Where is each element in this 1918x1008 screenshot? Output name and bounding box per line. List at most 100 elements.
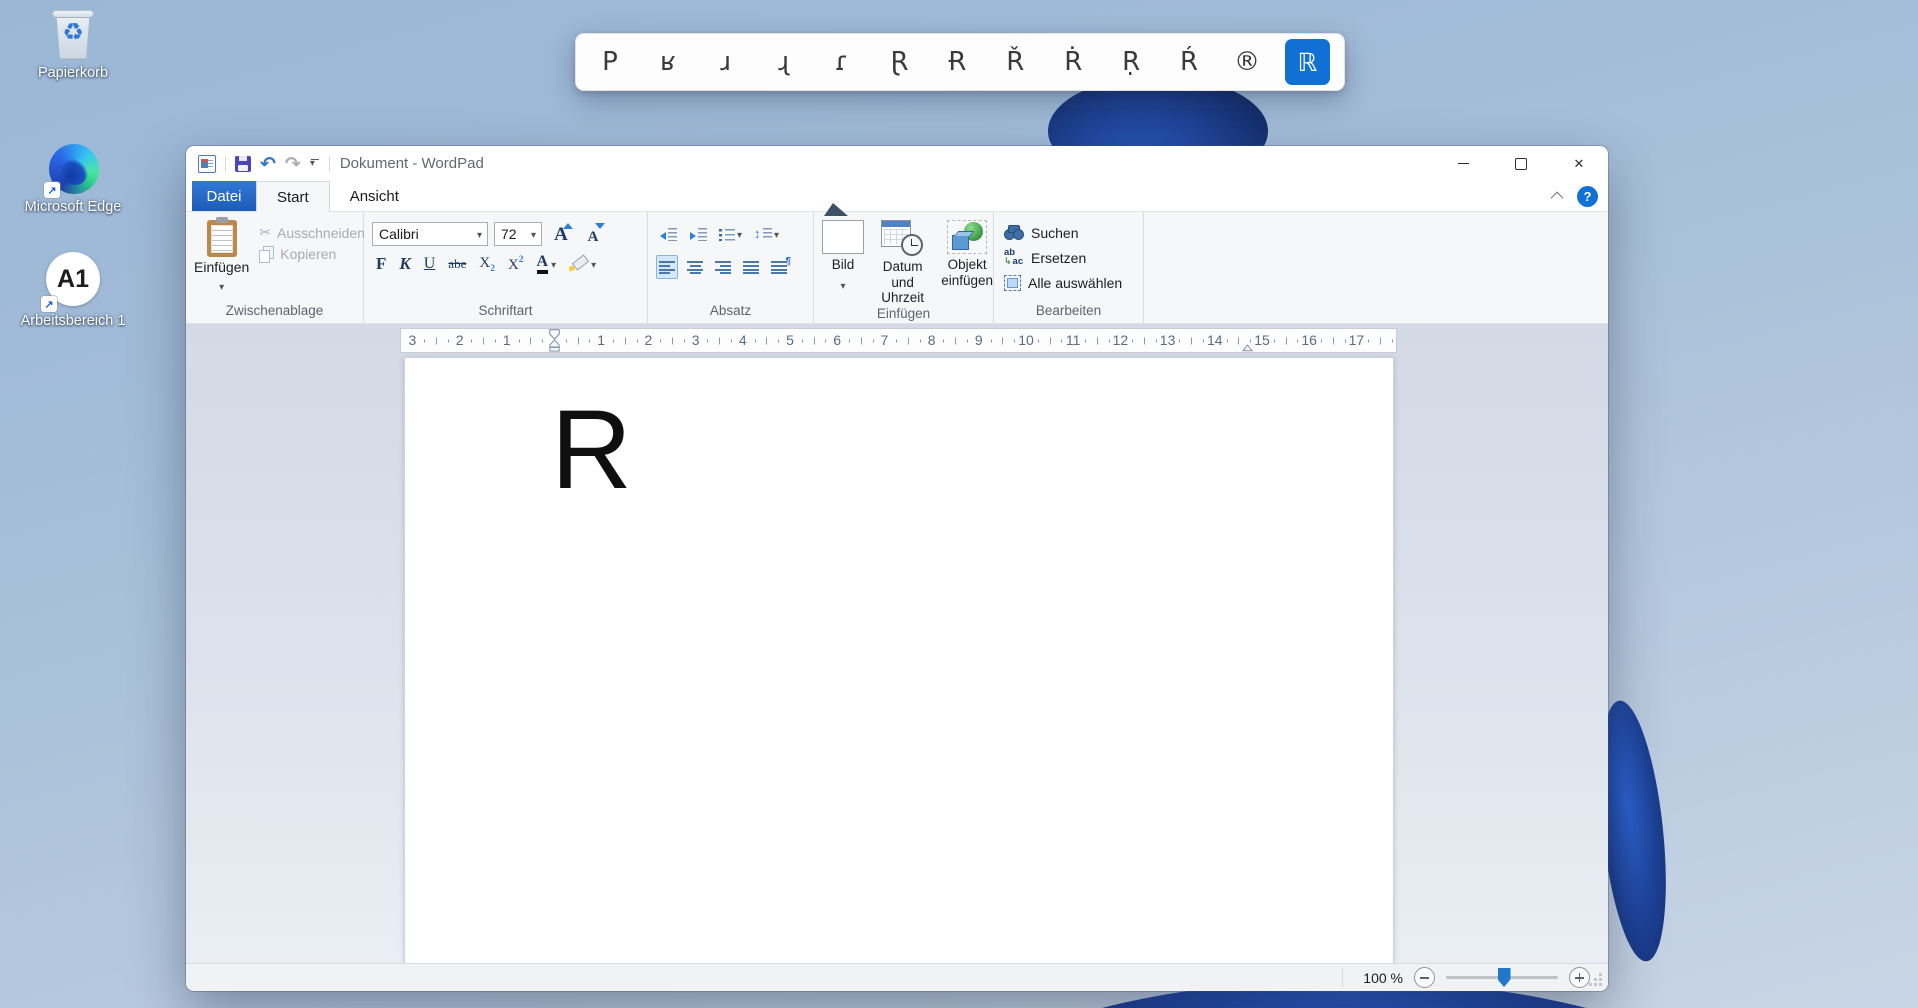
ruler-tick (825, 339, 827, 342)
underline-button[interactable]: U (424, 255, 436, 273)
close-button[interactable] (1550, 146, 1608, 181)
shortcut-arrow-icon (44, 182, 60, 198)
insert-object-button[interactable]: Objekt einfügen (941, 220, 993, 288)
list-button[interactable] (716, 222, 745, 246)
highlighter-icon (569, 256, 588, 273)
replace-button[interactable]: ab ac Ersetzen (1004, 247, 1143, 268)
accent-option-selected[interactable]: ℝ (1284, 39, 1330, 85)
right-indent-marker[interactable] (1242, 343, 1254, 352)
accent-option[interactable]: ® (1227, 49, 1267, 75)
align-left-button[interactable] (656, 255, 678, 279)
accent-option[interactable]: Ɍ (937, 49, 977, 75)
grow-font-button[interactable]: A (548, 222, 574, 246)
ruler-tick (778, 339, 780, 342)
undo-button[interactable] (260, 153, 276, 175)
ruler-tick (530, 337, 532, 344)
paste-button[interactable]: Einfügen (194, 217, 249, 303)
ruler-tick (636, 339, 638, 342)
zoom-in-button[interactable] (1569, 967, 1590, 988)
resize-grip[interactable] (1599, 983, 1602, 986)
help-button[interactable]: ? (1577, 186, 1598, 207)
accent-option[interactable]: Ṙ (1053, 49, 1093, 75)
find-button[interactable]: Suchen (1004, 222, 1143, 243)
tab-file[interactable]: Datei (192, 181, 256, 211)
shortcut-arrow-icon (41, 296, 57, 312)
ruler[interactable]: 3 2 1 1 2 3 4 5 6 7 8 9 10 11 12 13 14 15 16 17 (400, 328, 1397, 353)
font-color-button[interactable]: A (536, 254, 557, 274)
titlebar[interactable]: Dokument - WordPad (186, 146, 1608, 181)
customize-toolbar-caret[interactable] (310, 158, 320, 169)
desktop: Papierkorb Microsoft Edge A1 Arbeitsbere… (0, 0, 1918, 1008)
ribbon-group-font: Calibri 72 A A (364, 212, 648, 323)
align-right-button[interactable] (712, 255, 734, 279)
accent-option[interactable]: Ŕ (1169, 49, 1209, 75)
accent-option[interactable]: ʁ (648, 49, 688, 75)
select-all-icon (1004, 274, 1021, 291)
collapse-ribbon-icon[interactable] (1550, 191, 1564, 205)
subscript-button[interactable]: X2 (479, 255, 495, 274)
desktop-icon-workspace[interactable]: A1 Arbeitsbereich 1 (12, 252, 134, 330)
recycle-bin-icon (51, 10, 95, 62)
decrease-indent-button[interactable] (656, 222, 680, 246)
ruler-tick (483, 337, 485, 344)
ruler-tick (683, 339, 685, 342)
font-family-select[interactable]: Calibri (372, 222, 488, 246)
tab-home[interactable]: Start (256, 181, 330, 212)
document-page[interactable]: R (404, 357, 1394, 963)
maximize-button[interactable] (1492, 146, 1550, 181)
insert-picture-button[interactable]: Bild (822, 220, 864, 294)
desktop-icon-microsoft-edge[interactable]: Microsoft Edge (12, 144, 134, 216)
desktop-icon-label: Papierkorb (37, 65, 109, 81)
redo-button[interactable] (285, 153, 301, 175)
copy-button[interactable]: Kopieren (259, 246, 365, 263)
chevron-down-icon (551, 255, 556, 273)
font-size-value: 72 (501, 226, 517, 242)
cut-button[interactable]: Ausschneiden (259, 224, 365, 241)
insert-datetime-button[interactable]: Datum und Uhrzeit (872, 220, 933, 306)
ruler-tick (1203, 339, 1204, 342)
minimize-button[interactable] (1434, 146, 1492, 181)
select-all-button[interactable]: Alle auswählen (1004, 272, 1143, 293)
ruler-number: 1 (502, 332, 511, 348)
accent-option[interactable]: Р (590, 49, 630, 75)
ruler-tick (860, 337, 862, 344)
text-highlight-button[interactable] (569, 255, 596, 273)
justify-button[interactable] (740, 255, 762, 279)
italic-button[interactable]: K (399, 254, 410, 274)
accent-option[interactable]: ɻ (764, 49, 804, 75)
align-center-button[interactable] (684, 255, 706, 279)
zoom-slider[interactable] (1446, 968, 1558, 987)
font-size-select[interactable]: 72 (494, 222, 542, 246)
ruler-tick (672, 337, 673, 344)
ribbon-group-paragraph: Absatz (648, 212, 814, 323)
desktop-icon-recycle-bin[interactable]: Papierkorb (12, 10, 134, 82)
ruler-tick (518, 339, 520, 342)
paragraph-dialog-button[interactable] (768, 255, 791, 279)
increase-indent-button[interactable] (686, 222, 710, 246)
ruler-tick (660, 339, 662, 342)
group-label-insert: Einfügen (876, 305, 931, 321)
zoom-slider-handle[interactable] (1497, 968, 1511, 987)
chevron-down-icon (774, 225, 779, 243)
tab-view[interactable]: Ansicht (330, 181, 419, 211)
superscript-button[interactable]: X2 (508, 255, 524, 274)
ruler-tick (1061, 339, 1063, 342)
shrink-font-button[interactable]: A (580, 222, 606, 246)
strikethrough-button[interactable]: abe (448, 256, 466, 272)
wordpad-app-icon[interactable] (198, 154, 216, 173)
accent-option[interactable]: ɾ (822, 49, 862, 75)
accent-popup-options: Рʁ ɹ ɻ ɾ Ɽ Ɍ Ř Ṙ Ṛ Ŕ ® ℝ (590, 39, 1330, 85)
workspace-badge: A1 (57, 264, 89, 293)
accent-option[interactable]: Ř (995, 49, 1035, 75)
ruler-tick (766, 337, 768, 344)
line-spacing-button[interactable] (751, 222, 782, 246)
ruler-tick (872, 339, 874, 342)
bold-button[interactable]: F (376, 254, 386, 274)
accent-option[interactable]: Ɽ (880, 49, 920, 75)
zoom-out-button[interactable] (1414, 967, 1435, 988)
hanging-indent-marker[interactable] (548, 338, 560, 352)
document-text: R (551, 387, 632, 512)
accent-option[interactable]: Ṛ (1111, 49, 1151, 75)
save-button[interactable] (235, 155, 251, 172)
accent-option[interactable]: ɹ (706, 49, 746, 75)
